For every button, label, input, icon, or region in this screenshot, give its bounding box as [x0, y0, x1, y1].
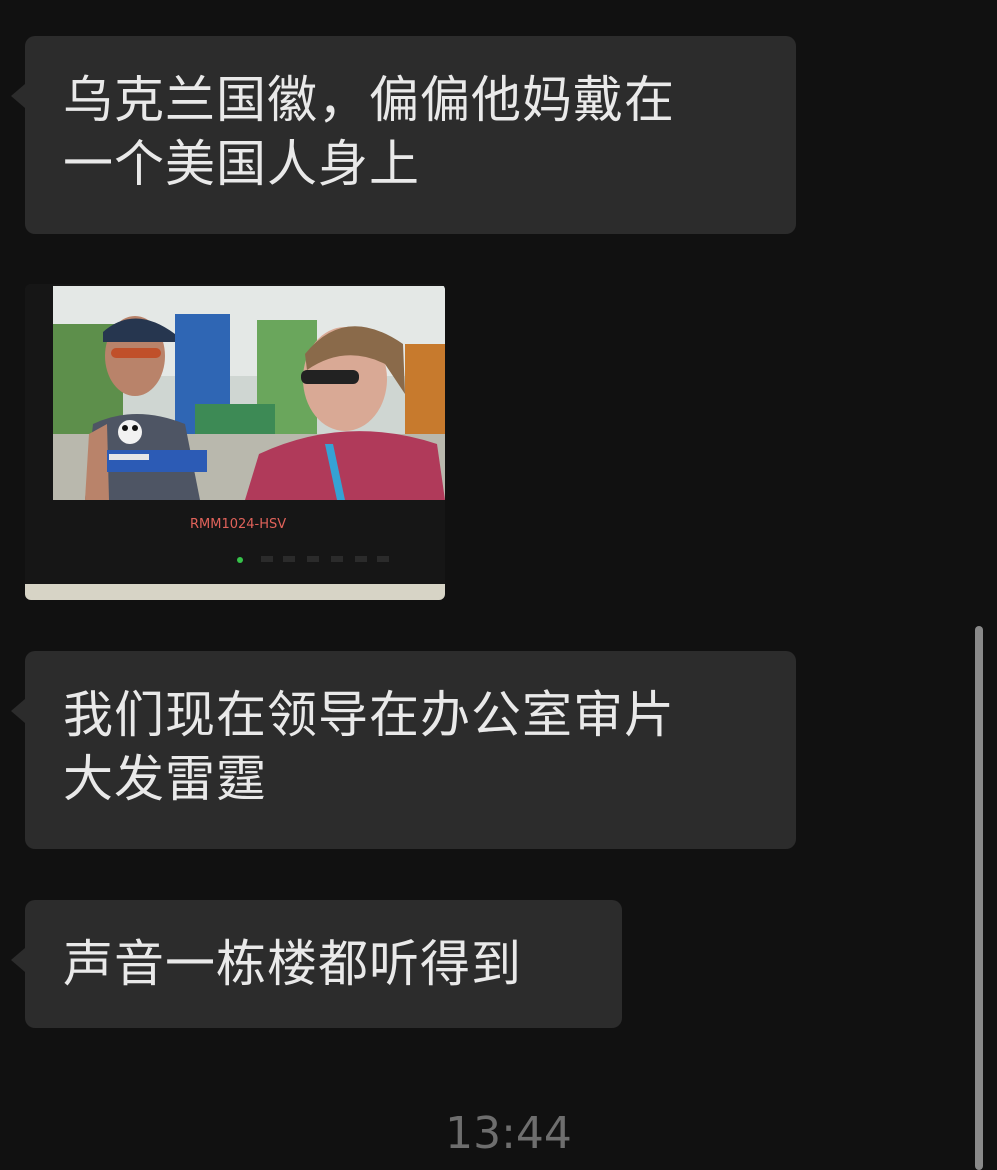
screen-overlay-text: RMM1024-HSV	[190, 517, 286, 532]
message-text-line: 大发雷霆	[63, 750, 267, 808]
message-bubble[interactable]: 声音一栋楼都听得到	[11, 900, 622, 1028]
message-text-line: 乌克兰国徽，偏偏他妈戴在	[63, 71, 675, 129]
message-text-line: 一个美国人身上	[63, 135, 420, 193]
message-text-line: 声音一栋楼都听得到	[63, 935, 522, 993]
message-text-line: 我们现在领导在办公室审片	[63, 686, 675, 744]
message-bubble[interactable]: 我们现在领导在办公室审片 大发雷霆	[11, 651, 796, 849]
photo-message[interactable]: RMM1024-HSV	[25, 284, 445, 600]
chat-window: 乌克兰国徽，偏偏他妈戴在 一个美国人身上 RMM1024-HSV 我们现在领导在…	[0, 0, 997, 1170]
photo-of-monitor: RMM1024-HSV	[25, 284, 445, 600]
message-bubble[interactable]: 乌克兰国徽，偏偏他妈戴在 一个美国人身上	[11, 36, 796, 234]
message-timestamp: 13:44	[445, 1108, 572, 1159]
scrollbar[interactable]	[975, 626, 983, 1170]
